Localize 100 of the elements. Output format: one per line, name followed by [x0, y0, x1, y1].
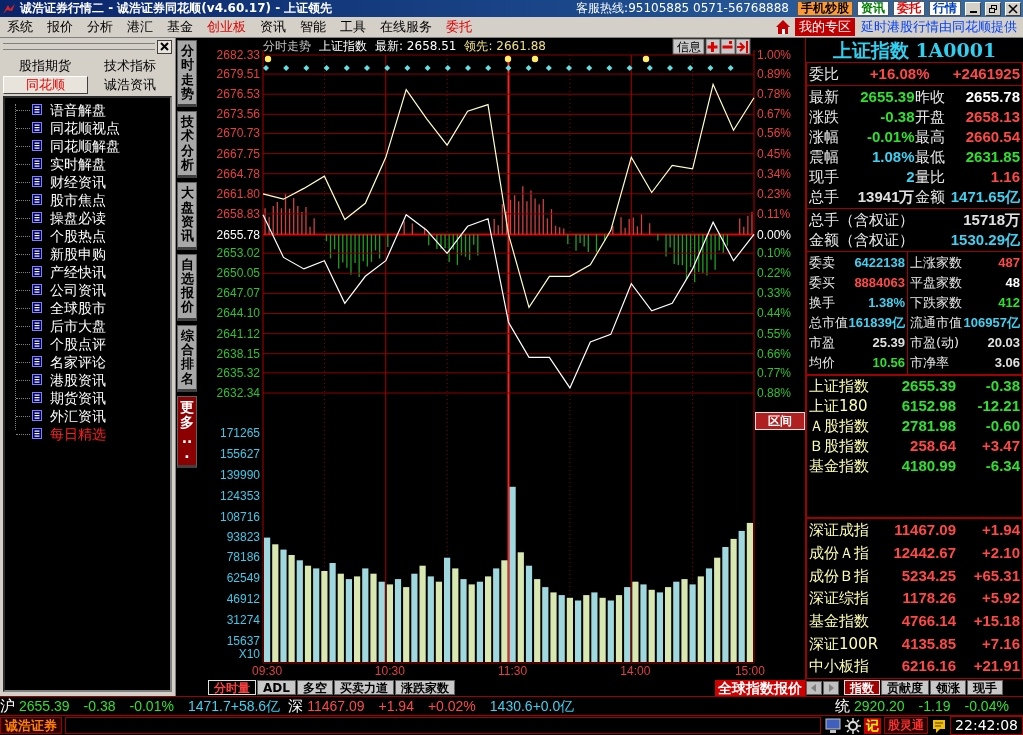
- quote-label: 市盈(动): [910, 335, 960, 351]
- quote-value: 2: [906, 168, 915, 186]
- quote-label: 流通市值: [910, 315, 962, 331]
- quote-label: 均价: [809, 355, 835, 371]
- quote-value: 2920.20: [854, 697, 905, 715]
- axis-label: 0.10%: [757, 246, 792, 261]
- quote-value: 1.16: [990, 168, 1020, 186]
- quote-value: -6.34: [984, 457, 1020, 475]
- quote-value: 15718万: [963, 211, 1020, 229]
- axis-label: 2647.07: [216, 286, 260, 301]
- quote-value: 2631.85: [965, 148, 1020, 166]
- quote-value: 48: [1005, 275, 1020, 291]
- quote-value: 11467.09: [893, 521, 956, 540]
- axis-label: 10:30: [374, 664, 405, 678]
- section-label: 全球指数报价: [715, 679, 805, 696]
- quote-value: -1.19: [918, 697, 951, 715]
- quote-value: +65.31: [972, 566, 1020, 585]
- axis-label: 124353: [219, 488, 260, 503]
- quote-value: 1530.29亿: [950, 231, 1020, 249]
- quote-value: 4135.85: [900, 634, 957, 653]
- quote-value: 1471.65亿: [950, 188, 1020, 206]
- axis-label: 0.89%: [757, 67, 792, 82]
- quote-label: 涨跌: [809, 108, 839, 126]
- unit-label: X10: [238, 647, 260, 661]
- quote-value: 12442.67: [892, 544, 956, 563]
- quote-label: 开盘: [914, 108, 945, 126]
- reference-label: 2655.78: [216, 227, 260, 242]
- axis-label: 09:30: [252, 664, 283, 678]
- quote-value: 258.64: [909, 437, 956, 455]
- axis-label: 0.77%: [757, 365, 792, 380]
- quote-label: 现手: [809, 168, 839, 186]
- axis-label: 2664.78: [216, 166, 260, 181]
- axis-label: 2650.05: [216, 266, 260, 281]
- axis-label: 2667.75: [216, 146, 260, 161]
- quote-label: 金额（含权证）: [809, 231, 914, 249]
- axis-label: 0.55%: [757, 326, 792, 341]
- quote-value: 3.06: [994, 355, 1020, 371]
- quote-value: 487: [998, 255, 1020, 271]
- quote-value: 2655.78: [965, 88, 1020, 106]
- quote-value: +15.18: [972, 612, 1020, 631]
- quote-value: 4180.99: [900, 457, 956, 475]
- axis-label: 2632.34: [216, 386, 260, 400]
- axis-label: 0.22%: [757, 266, 792, 281]
- quote-label: 最高: [914, 128, 945, 146]
- axis-label: 0.44%: [757, 306, 792, 321]
- quote-label: 最新: [809, 88, 839, 106]
- quote-label: 最低: [914, 148, 945, 166]
- axis-label: 2635.32: [216, 365, 260, 380]
- axis-label: 1.00%: [757, 48, 792, 62]
- quote-label: 量比: [914, 168, 945, 186]
- quote-value: 106957亿: [963, 315, 1020, 331]
- axis-label: 155627: [219, 446, 260, 461]
- axis-label: 0.23%: [757, 186, 792, 201]
- axis-label: 0.34%: [757, 166, 792, 181]
- quote-label: 委买: [809, 275, 835, 291]
- quote-value: 1.38%: [868, 295, 905, 311]
- market-label: 深: [288, 697, 304, 715]
- clock-text: 22:42:08: [950, 716, 1023, 735]
- quote-label: 市净率: [910, 355, 949, 371]
- quote-label: 涨幅: [809, 128, 839, 146]
- axis-label: 2658.83: [216, 206, 260, 221]
- quote-value: 2655.39: [900, 377, 956, 395]
- quote-value: -0.04%: [964, 697, 1009, 715]
- quote-value: 412: [998, 295, 1020, 311]
- quote-value: 2655.39: [860, 88, 915, 106]
- quote-label: 市盈: [809, 335, 835, 351]
- quote-value: -0.60: [984, 417, 1020, 435]
- axis-label: 2641.12: [216, 326, 260, 341]
- quote-value: +2461925: [951, 65, 1020, 83]
- quote-label: 换手: [809, 295, 835, 311]
- quote-value: 11467.09: [307, 697, 365, 715]
- quote-value: +0.02%: [427, 697, 476, 715]
- quote-value: -0.01%: [866, 128, 915, 146]
- axis-label: 2670.73: [216, 126, 260, 141]
- quote-value: +1.94: [981, 521, 1020, 540]
- quote-label: 上涨家数: [910, 255, 962, 271]
- axis-label: 139990: [219, 467, 260, 482]
- latest-value: 最新: 2658.51: [375, 39, 457, 53]
- quote-value: 1178.26: [901, 589, 956, 608]
- quote-value: 2781.98: [900, 417, 956, 435]
- quote-value: -0.01%: [129, 697, 174, 715]
- quote-value: 2655.39: [19, 697, 70, 715]
- quote-value: 20.03: [987, 335, 1020, 351]
- quote-value: -0.38: [83, 697, 116, 715]
- quote-value: 8884063: [854, 275, 905, 291]
- axis-label: 0.00%: [757, 227, 792, 242]
- quote-value: 4766.14: [900, 612, 956, 631]
- axis-label: 2673.56: [216, 107, 260, 122]
- quote-value: 10.56: [872, 355, 905, 371]
- axis-label: 0.78%: [757, 87, 792, 102]
- quote-value: +21.91: [972, 657, 1020, 676]
- quote-value: 1430.6+0.0亿: [489, 697, 575, 715]
- quote-value: -0.38: [880, 108, 915, 126]
- quote-value: -0.38: [984, 377, 1020, 395]
- hotline-text: 客服热线:95105885 0571-56768888: [576, 1, 789, 16]
- axis-label: 108716: [219, 509, 260, 524]
- quote-value: 6216.16: [900, 657, 956, 676]
- quote-label: 昨收: [914, 88, 945, 106]
- quote-title: 上证指数 1A0001: [831, 38, 998, 62]
- market-label: 沪: [0, 697, 15, 715]
